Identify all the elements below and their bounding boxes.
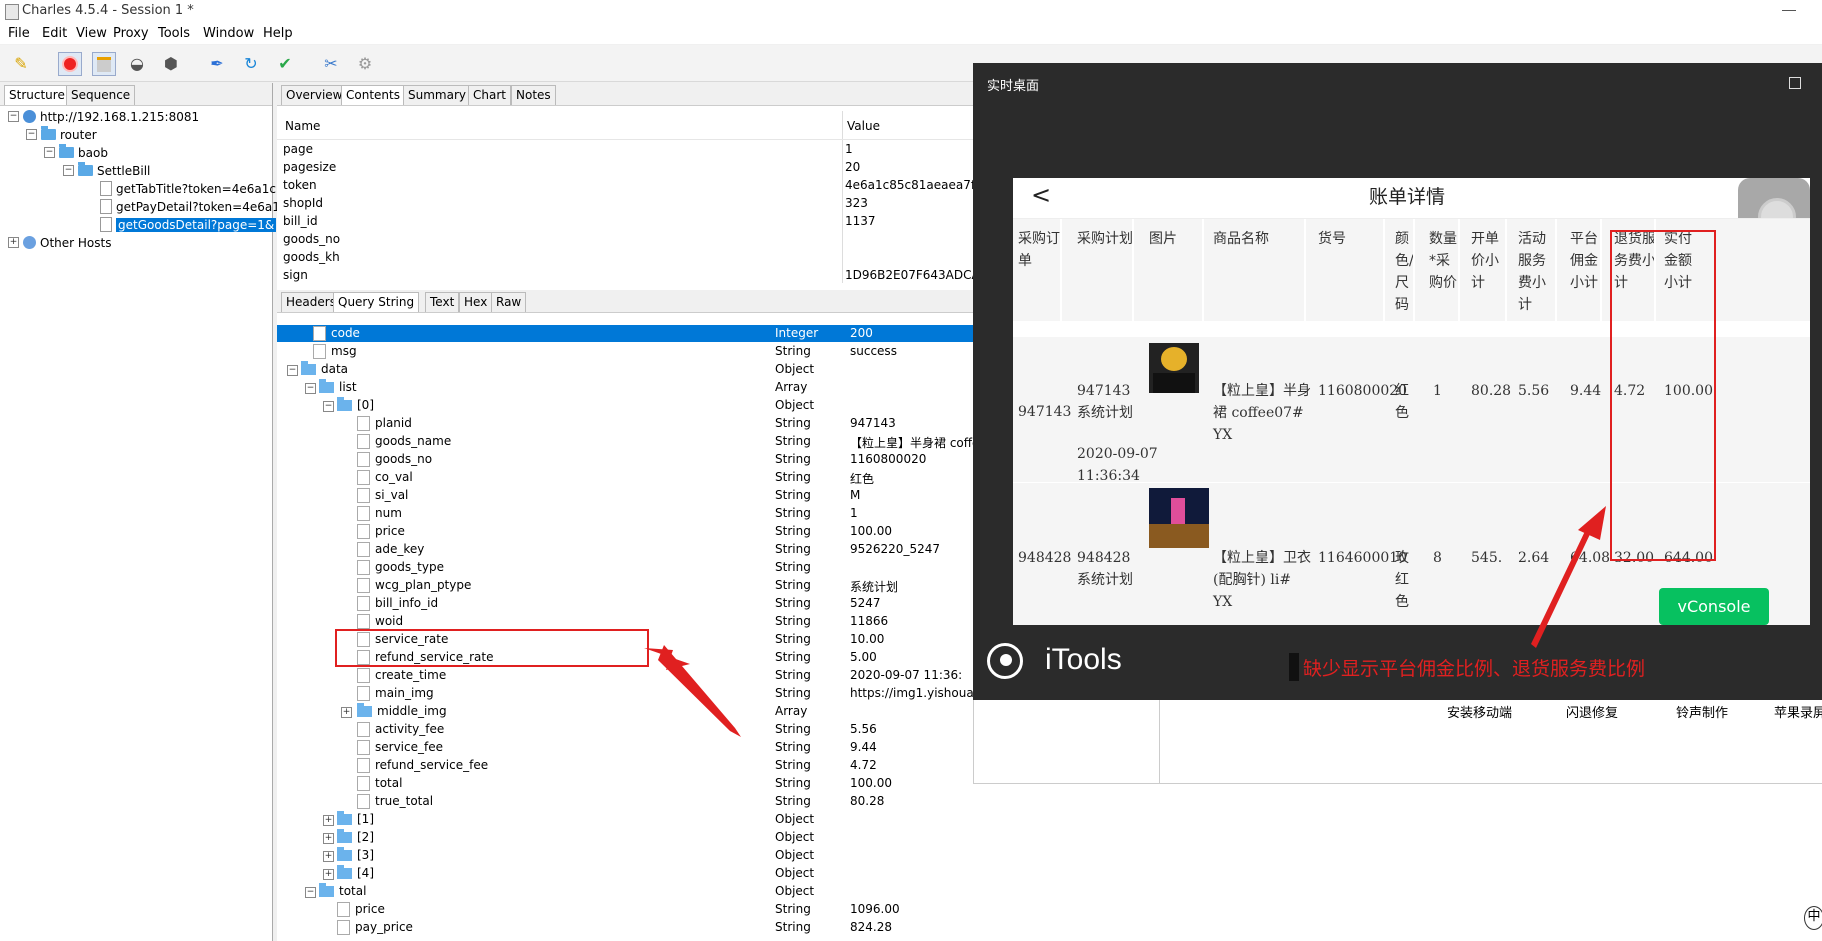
ime-indicator[interactable]: 中 xyxy=(1804,906,1822,930)
itools-footer: 安装移动端 闪退修复 铃声制作 苹果录屏 xyxy=(973,700,1822,784)
annotation-arrow-right xyxy=(1531,506,1606,648)
link-screen-record[interactable]: 苹果录屏 xyxy=(1774,702,1822,721)
link-install-mobile[interactable]: 安装移动端 xyxy=(1447,702,1512,721)
link-ringtone[interactable]: 铃声制作 xyxy=(1676,702,1728,721)
arrow-right-shaft xyxy=(1531,527,1592,648)
link-crash-fix[interactable]: 闪退修复 xyxy=(1566,702,1618,721)
arrow-right-head xyxy=(1578,506,1606,540)
